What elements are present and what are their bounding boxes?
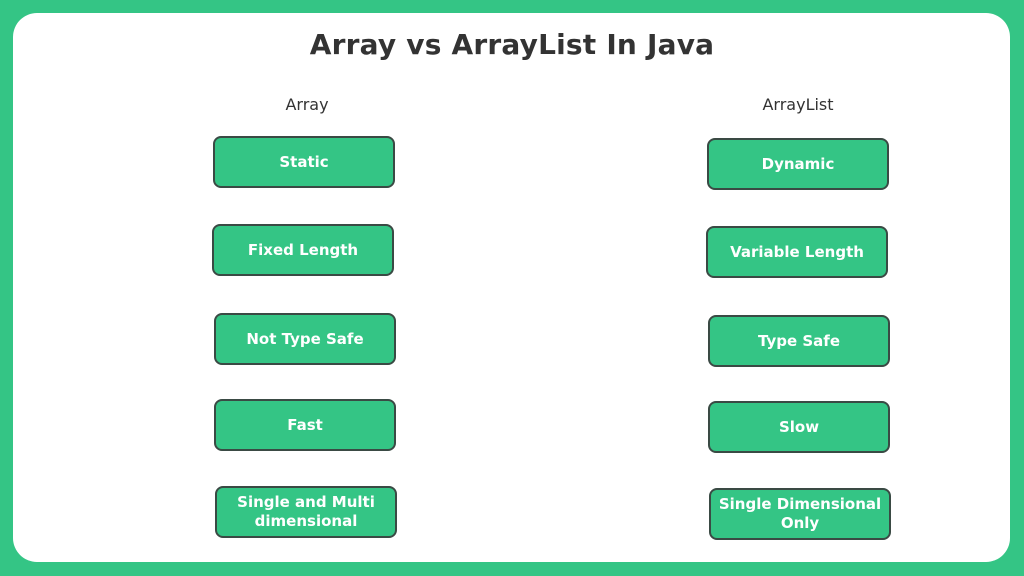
array-column-heading: Array — [285, 95, 329, 114]
arraylist-feature-speed: Slow — [708, 401, 890, 453]
arraylist-feature-dimensions: Single Dimensional Only — [709, 488, 891, 540]
array-feature-speed: Fast — [214, 399, 396, 451]
arraylist-feature-length: Variable Length — [706, 226, 888, 278]
array-feature-dimensions: Single and Multi dimensional — [215, 486, 397, 538]
arraylist-column-heading: ArrayList — [762, 95, 834, 114]
array-feature-static: Static — [213, 136, 395, 188]
diagram-title: Array vs ArrayList In Java — [309, 28, 715, 61]
arraylist-feature-type-safety: Type Safe — [708, 315, 890, 367]
array-feature-type-safety: Not Type Safe — [214, 313, 396, 365]
arraylist-feature-dynamic: Dynamic — [707, 138, 889, 190]
array-feature-length: Fixed Length — [212, 224, 394, 276]
